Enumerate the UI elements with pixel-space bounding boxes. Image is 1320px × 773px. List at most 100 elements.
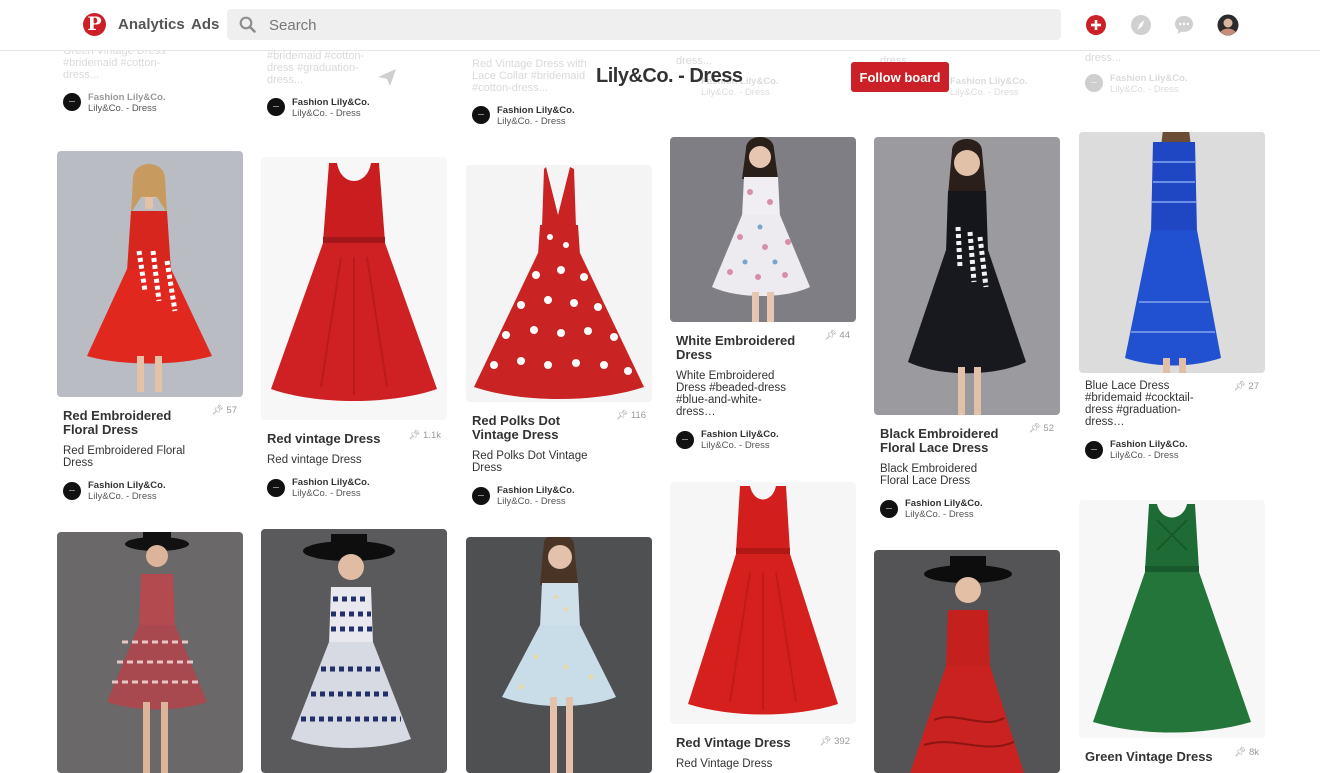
pin-description: Black Embroidered Floral Lace Dress (880, 463, 978, 487)
source-name[interactable]: Fashion Lily&Co. (292, 477, 370, 488)
pinterest-logo-icon[interactable]: P (83, 13, 106, 36)
faded-pin-board: Lily&Co. - Dress (292, 108, 361, 119)
faded-pin-source: Fashion Lily&Co. (497, 105, 575, 116)
pin-save-icon: 📌︎ (819, 736, 832, 747)
pin-title[interactable]: Green Vintage Dress (1085, 750, 1213, 764)
pin-save-count: 📌︎ 52 (1028, 423, 1054, 434)
pin-card[interactable]: Black Embroidered Floral Lace Dress 📌︎ 5… (874, 137, 1060, 520)
source-avatar-icon (267, 98, 285, 116)
pin-image[interactable] (670, 137, 856, 322)
faded-pin-description: dress... (1085, 52, 1122, 64)
pin-image[interactable] (1079, 132, 1265, 373)
faded-pin-source: Fashion Lily&Co. (292, 97, 370, 108)
pin-card[interactable] (874, 550, 1060, 773)
search-input[interactable] (267, 9, 1031, 42)
faded-pin-description: #bridemaid #cotton-dress #graduation-dre… (267, 50, 365, 86)
ads-link[interactable]: Ads (191, 16, 219, 33)
pin-source[interactable]: Fashion Lily&Co. Lily&Co. - Dress (880, 498, 1054, 520)
pin-source[interactable]: Fashion Lily&Co. Lily&Co. - Dress (676, 429, 850, 451)
pin-card[interactable] (261, 529, 447, 773)
pin-description: Red Vintage Dress (676, 758, 773, 770)
faded-pin-source: Fashion Lily&Co. (1110, 73, 1188, 84)
pin-save-count: 📌︎ 44 (824, 330, 850, 341)
pin-image[interactable] (261, 529, 447, 773)
pin-save-icon: 📌︎ (408, 430, 421, 441)
pin-source[interactable]: Fashion Lily&Co. Lily&Co. - Dress (1085, 439, 1259, 461)
add-pin-icon[interactable] (1085, 14, 1107, 36)
pin-save-icon: 📌︎ (616, 410, 629, 421)
source-avatar-icon (63, 482, 81, 500)
pin-image[interactable] (466, 165, 652, 402)
source-avatar-icon (267, 479, 285, 497)
faded-pin-board: Lily&Co. - Dress (88, 103, 157, 114)
pin-card[interactable]: Red Vintage Dress 📌︎ 392 Red Vintage Dre… (670, 482, 856, 770)
pin-title[interactable]: Red Vintage Dress (676, 736, 804, 750)
source-avatar-icon (63, 93, 81, 111)
pin-save-count: 📌︎ 8k (1234, 747, 1259, 758)
board-title: Lily&Co. - Dress (596, 65, 743, 87)
pin-image[interactable] (1079, 500, 1265, 738)
source-avatar-icon (676, 431, 694, 449)
search-bar[interactable] (227, 9, 1061, 42)
pin-card[interactable] (57, 532, 243, 773)
pin-save-icon: 📌︎ (211, 405, 224, 416)
pin-save-icon: 📌︎ (824, 330, 837, 341)
pin-save-icon: 📌︎ (1233, 381, 1246, 392)
faded-pin-description: Red Vintage Dress with Lace Collar #brid… (472, 58, 587, 94)
pin-title[interactable]: White Embroidered Dress (676, 334, 804, 362)
follow-board-button[interactable]: Follow board (851, 62, 949, 92)
source-board[interactable]: Lily&Co. - Dress (88, 491, 157, 502)
search-icon (239, 16, 256, 33)
source-board[interactable]: Lily&Co. - Dress (1110, 450, 1179, 461)
source-name[interactable]: Fashion Lily&Co. (497, 485, 575, 496)
pin-card[interactable]: White Embroidered Dress 📌︎ 44 White Embr… (670, 137, 856, 451)
faded-pin-source: Fashion Lily&Co. (88, 92, 166, 103)
profile-avatar-icon[interactable] (1217, 14, 1239, 36)
messages-icon[interactable] (1173, 14, 1195, 36)
source-board[interactable]: Lily&Co. - Dress (905, 509, 974, 520)
pin-source[interactable]: Fashion Lily&Co. Lily&Co. - Dress (63, 480, 237, 502)
pin-source[interactable]: Fashion Lily&Co. Lily&Co. - Dress (472, 485, 646, 507)
source-name[interactable]: Fashion Lily&Co. (88, 480, 166, 491)
pin-description: Red Embroidered Floral Dress (63, 445, 186, 469)
pin-image[interactable] (466, 537, 652, 773)
analytics-link[interactable]: Analytics (118, 16, 185, 33)
pin-save-count: 📌︎ 27 (1233, 381, 1259, 392)
pin-card[interactable]: Red Polks Dot Vintage Dress 📌︎ 116 Red P… (466, 165, 652, 507)
pin-save-count: 📌︎ 57 (211, 405, 237, 416)
explore-compass-icon[interactable] (1130, 14, 1152, 36)
source-name[interactable]: Fashion Lily&Co. (905, 498, 983, 509)
pin-image[interactable] (874, 550, 1060, 773)
pin-title[interactable]: Black Embroidered Floral Lace Dress (880, 427, 1008, 455)
source-name[interactable]: Fashion Lily&Co. (701, 429, 779, 440)
source-name[interactable]: Fashion Lily&Co. (1110, 439, 1188, 450)
pin-image[interactable] (57, 532, 243, 773)
pin-save-count: 📌︎ 116 (616, 410, 646, 421)
pin-title[interactable]: Red Embroidered Floral Dress (63, 409, 191, 437)
pin-source[interactable]: Fashion Lily&Co. Lily&Co. - Dress (267, 477, 441, 499)
pin-image[interactable] (261, 157, 447, 420)
pin-save-icon: 📌︎ (1028, 423, 1041, 434)
pin-image[interactable] (57, 151, 243, 397)
pin-card[interactable]: 📌︎ 27 Blue Lace Dress #bridemaid #cockta… (1079, 132, 1265, 461)
pin-description: White Embroidered Dress #beaded-dress #b… (676, 370, 786, 418)
pin-save-icon: 📌︎ (1234, 747, 1247, 758)
source-avatar-icon (880, 500, 898, 518)
pin-image[interactable] (874, 137, 1060, 415)
pin-card[interactable]: Green Vintage Dress 📌︎ 8k (1079, 500, 1265, 764)
pin-card[interactable]: Red Embroidered Floral Dress 📌︎ 57 Red E… (57, 151, 243, 502)
faded-pin-board: Lily&Co. - Dress (1110, 84, 1179, 95)
pin-title[interactable]: Red vintage Dress (267, 432, 395, 446)
send-icon[interactable] (376, 66, 398, 88)
source-board[interactable]: Lily&Co. - Dress (701, 440, 770, 451)
pin-save-count: 📌︎ 1.1k (408, 430, 441, 441)
pin-card[interactable] (466, 537, 652, 773)
source-board[interactable]: Lily&Co. - Dress (497, 496, 566, 507)
source-board[interactable]: Lily&Co. - Dress (292, 488, 361, 499)
pin-card[interactable]: Red vintage Dress 📌︎ 1.1k Red vintage Dr… (261, 157, 447, 499)
pin-image[interactable] (670, 482, 856, 724)
pin-description: Red vintage Dress (267, 454, 362, 466)
top-bar: P Analytics Ads (0, 0, 1320, 51)
source-avatar-icon (472, 487, 490, 505)
pin-title[interactable]: Red Polks Dot Vintage Dress (472, 414, 600, 442)
